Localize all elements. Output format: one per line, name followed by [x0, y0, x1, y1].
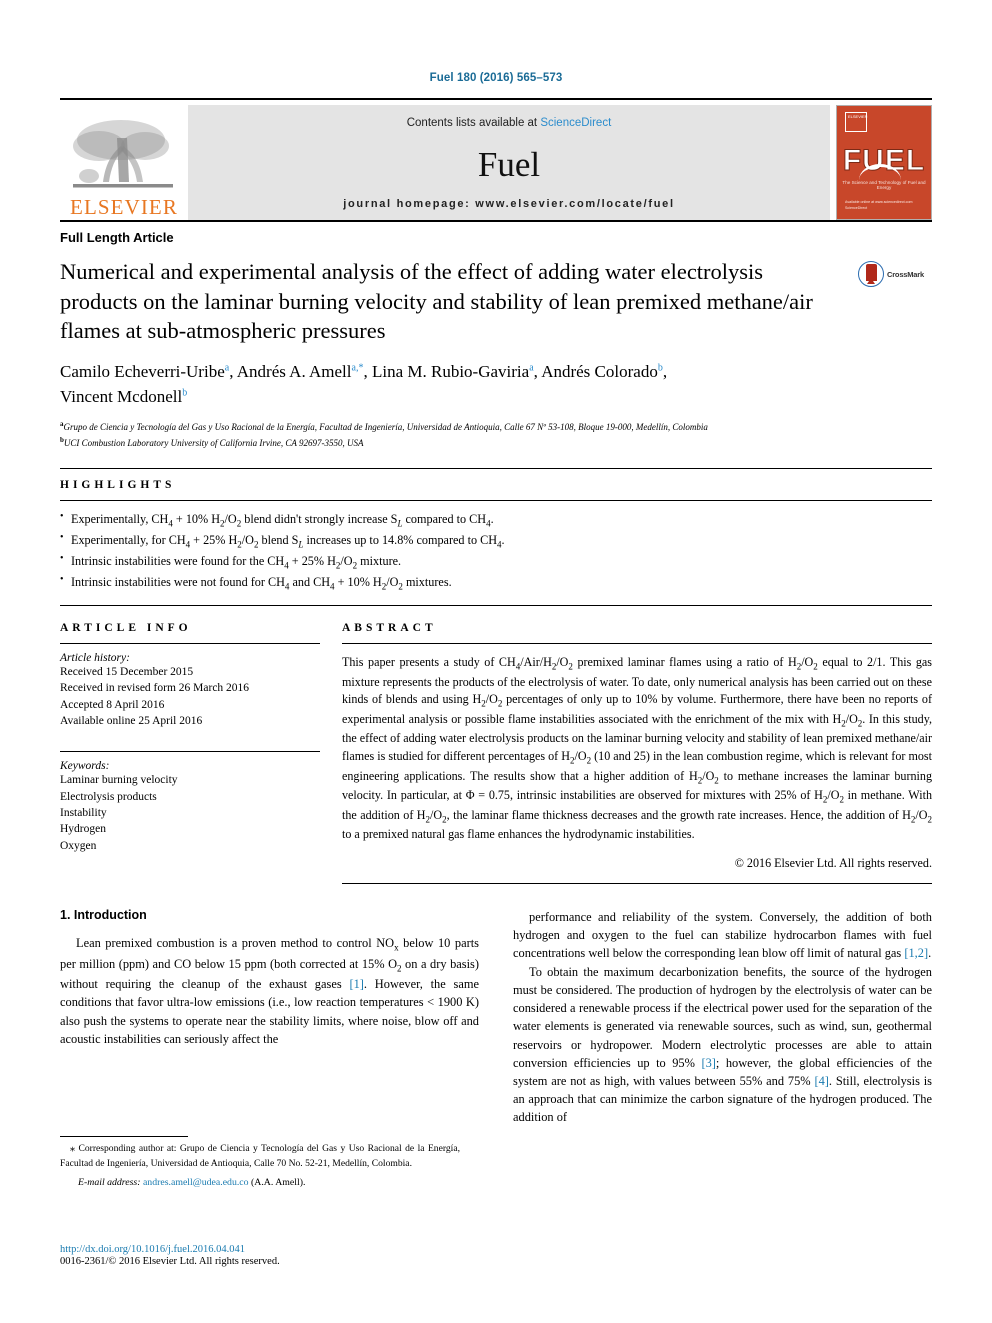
divider [342, 643, 932, 645]
list-item: Laminar burning velocity [60, 774, 178, 787]
elsevier-wordmark: ELSEVIER [70, 195, 178, 219]
paragraph: To obtain the maximum decarbonization be… [513, 964, 933, 1125]
page-title: Numerical and experimental analysis of t… [60, 259, 813, 344]
elsevier-logo: ELSEVIER [60, 105, 188, 220]
affiliations: aGrupo de Ciencia y Tecnología del Gas y… [60, 419, 932, 450]
abstract-copyright: © 2016 Elsevier Ltd. All rights reserved… [734, 855, 932, 870]
divider [60, 500, 932, 502]
running-head: Fuel 180 (2016) 565–573 [429, 72, 563, 84]
paragraph: performance and reliability of the syste… [513, 909, 932, 961]
crossmark-badge[interactable]: CrossMark [858, 257, 932, 287]
affiliation-text: UCI Combustion Laboratory University of … [63, 437, 364, 448]
highlights-list: Experimentally, CH4 + 10% H2/O2 blend di… [60, 509, 932, 594]
corresponding-author-text: Corresponding author at: Grupo de Cienci… [60, 1143, 460, 1169]
section-heading-introduction: 1. Introduction [60, 907, 147, 922]
list-item: Intrinsic instabilities were not found f… [60, 572, 932, 594]
highlights-label: HIGHLIGHTS [60, 479, 176, 492]
email-suffix: (A.A. Amell). [251, 1177, 306, 1189]
list-item: Hydrogen [60, 823, 106, 836]
affiliation-item: bUCI Combustion Laboratory University of… [60, 435, 932, 451]
asterisk-icon: ⁎ [70, 1143, 75, 1154]
email-label: E-mail address: [78, 1177, 141, 1189]
author-name: Andrés Colorado [541, 362, 658, 382]
list-item: Experimentally, for CH4 + 25% H2/O2 blen… [60, 530, 932, 552]
author-name: Camilo Echeverri-Uribe [60, 362, 225, 382]
author-affil-mark: a [224, 362, 230, 374]
sciencedirect-link[interactable]: ScienceDirect [540, 117, 611, 129]
article-info-column: ARTICLE INFO Article history: Received 1… [60, 622, 320, 884]
author-name: Vincent Mcdonell [60, 386, 183, 406]
issn-copyright: 0016-2361/© 2016 Elsevier Ltd. All right… [60, 1256, 280, 1267]
author-name: Lina M. Rubio-Gaviria [371, 362, 530, 382]
body-right-column: performance and reliability of the syste… [513, 908, 932, 1127]
list-item: Accepted 8 April 2016 [60, 698, 165, 711]
body-columns: 1. Introduction Lean premixed combustion… [60, 908, 932, 1127]
abstract-column: ABSTRACT This paper presents a study of … [342, 622, 932, 884]
divider [342, 882, 932, 884]
affiliation-text: Grupo de Ciencia y Tecnología del Gas y … [63, 422, 708, 433]
keywords-block: Keywords: Laminar burning velocity Elect… [60, 751, 320, 854]
author-list: Camilo Echeverri-Uribea, Andrés A. Amell… [60, 362, 668, 406]
paragraph: Lean premixed combustion is a proven met… [60, 935, 479, 1046]
list-item: Available online 25 April 2016 [60, 715, 203, 728]
list-item: Received in revised form 26 March 2016 [60, 682, 250, 695]
journal-cover-thumbnail: ELSEVIER FUEL The Science and Technology… [836, 105, 932, 220]
article-type-label: Full Length Article [60, 230, 174, 245]
footnote-region: ⁎ Corresponding author at: Grupo de Cien… [60, 1136, 460, 1188]
elsevier-tree-icon [73, 120, 173, 188]
article-info-label: ARTICLE INFO [60, 622, 192, 635]
contents-prefix: Contents lists available at [406, 117, 541, 129]
paper-page: Fuel 180 (2016) 565–573 ELSEVIER Content… [0, 0, 992, 1323]
abstract-text: This paper presents a study of CH4/Air/H… [342, 655, 932, 842]
divider [60, 605, 932, 607]
article-header: Full Length Article Numerical and experi… [60, 220, 932, 450]
contents-available-line: Contents lists available at ScienceDirec… [407, 117, 612, 129]
author-affil-mark: b [182, 387, 188, 399]
list-item: Instability [60, 807, 107, 820]
divider [60, 1136, 188, 1137]
list-item: Received 15 December 2015 [60, 666, 194, 679]
list-item: Oxygen [60, 839, 97, 852]
list-item: Intrinsic instabilities were found for t… [60, 551, 932, 573]
author-name: Andrés A. Amell [236, 362, 352, 382]
keywords-list: Laminar burning velocity Electrolysis pr… [60, 772, 320, 854]
author-affil-mark: a,* [351, 362, 364, 374]
list-item: Experimentally, CH4 + 10% H2/O2 blend di… [60, 509, 932, 531]
corresponding-author-note: ⁎ Corresponding author at: Grupo de Cien… [60, 1142, 460, 1170]
affiliation-item: aGrupo de Ciencia y Tecnología del Gas y… [60, 419, 932, 435]
body-left-column: 1. Introduction Lean premixed combustion… [60, 908, 479, 1127]
masthead-center: Contents lists available at ScienceDirec… [188, 105, 830, 220]
doi-region: http://dx.doi.org/10.1016/j.fuel.2016.04… [60, 1244, 280, 1267]
journal-homepage[interactable]: journal homepage: www.elsevier.com/locat… [343, 198, 674, 210]
highlights-section: HIGHLIGHTS Experimentally, CH4 + 10% H2/… [60, 468, 932, 607]
abstract-label: ABSTRACT [342, 622, 437, 635]
cover-badge-text: ELSEVIER [848, 114, 868, 119]
cover-footer-text: Available online at www.sciencedirect.co… [845, 200, 913, 210]
email-note: E-mail address: andres.amell@udea.edu.co… [60, 1177, 460, 1188]
author-affil-mark: a [529, 362, 534, 374]
article-history-title: Article history: [60, 652, 130, 665]
doi-link[interactable]: http://dx.doi.org/10.1016/j.fuel.2016.04… [60, 1244, 280, 1255]
keywords-title: Keywords: [60, 760, 110, 773]
author-affil-mark: b [657, 362, 663, 374]
info-abstract-region: ARTICLE INFO Article history: Received 1… [60, 622, 932, 884]
email-link[interactable]: andres.amell@udea.edu.co [143, 1177, 249, 1188]
crossmark-icon [858, 261, 884, 287]
cover-publisher-badge: ELSEVIER [845, 112, 868, 132]
crossmark-label: CrossMark [887, 269, 924, 279]
cover-subtitle-text: The Science and Technology of Fuel and E… [842, 180, 926, 190]
journal-masthead: ELSEVIER Contents lists available at Sci… [60, 98, 932, 220]
list-item: Electrolysis products [60, 790, 157, 803]
article-history-list: Received 15 December 2015 Received in re… [60, 664, 320, 729]
divider [60, 643, 320, 645]
journal-title: Fuel [477, 144, 541, 184]
